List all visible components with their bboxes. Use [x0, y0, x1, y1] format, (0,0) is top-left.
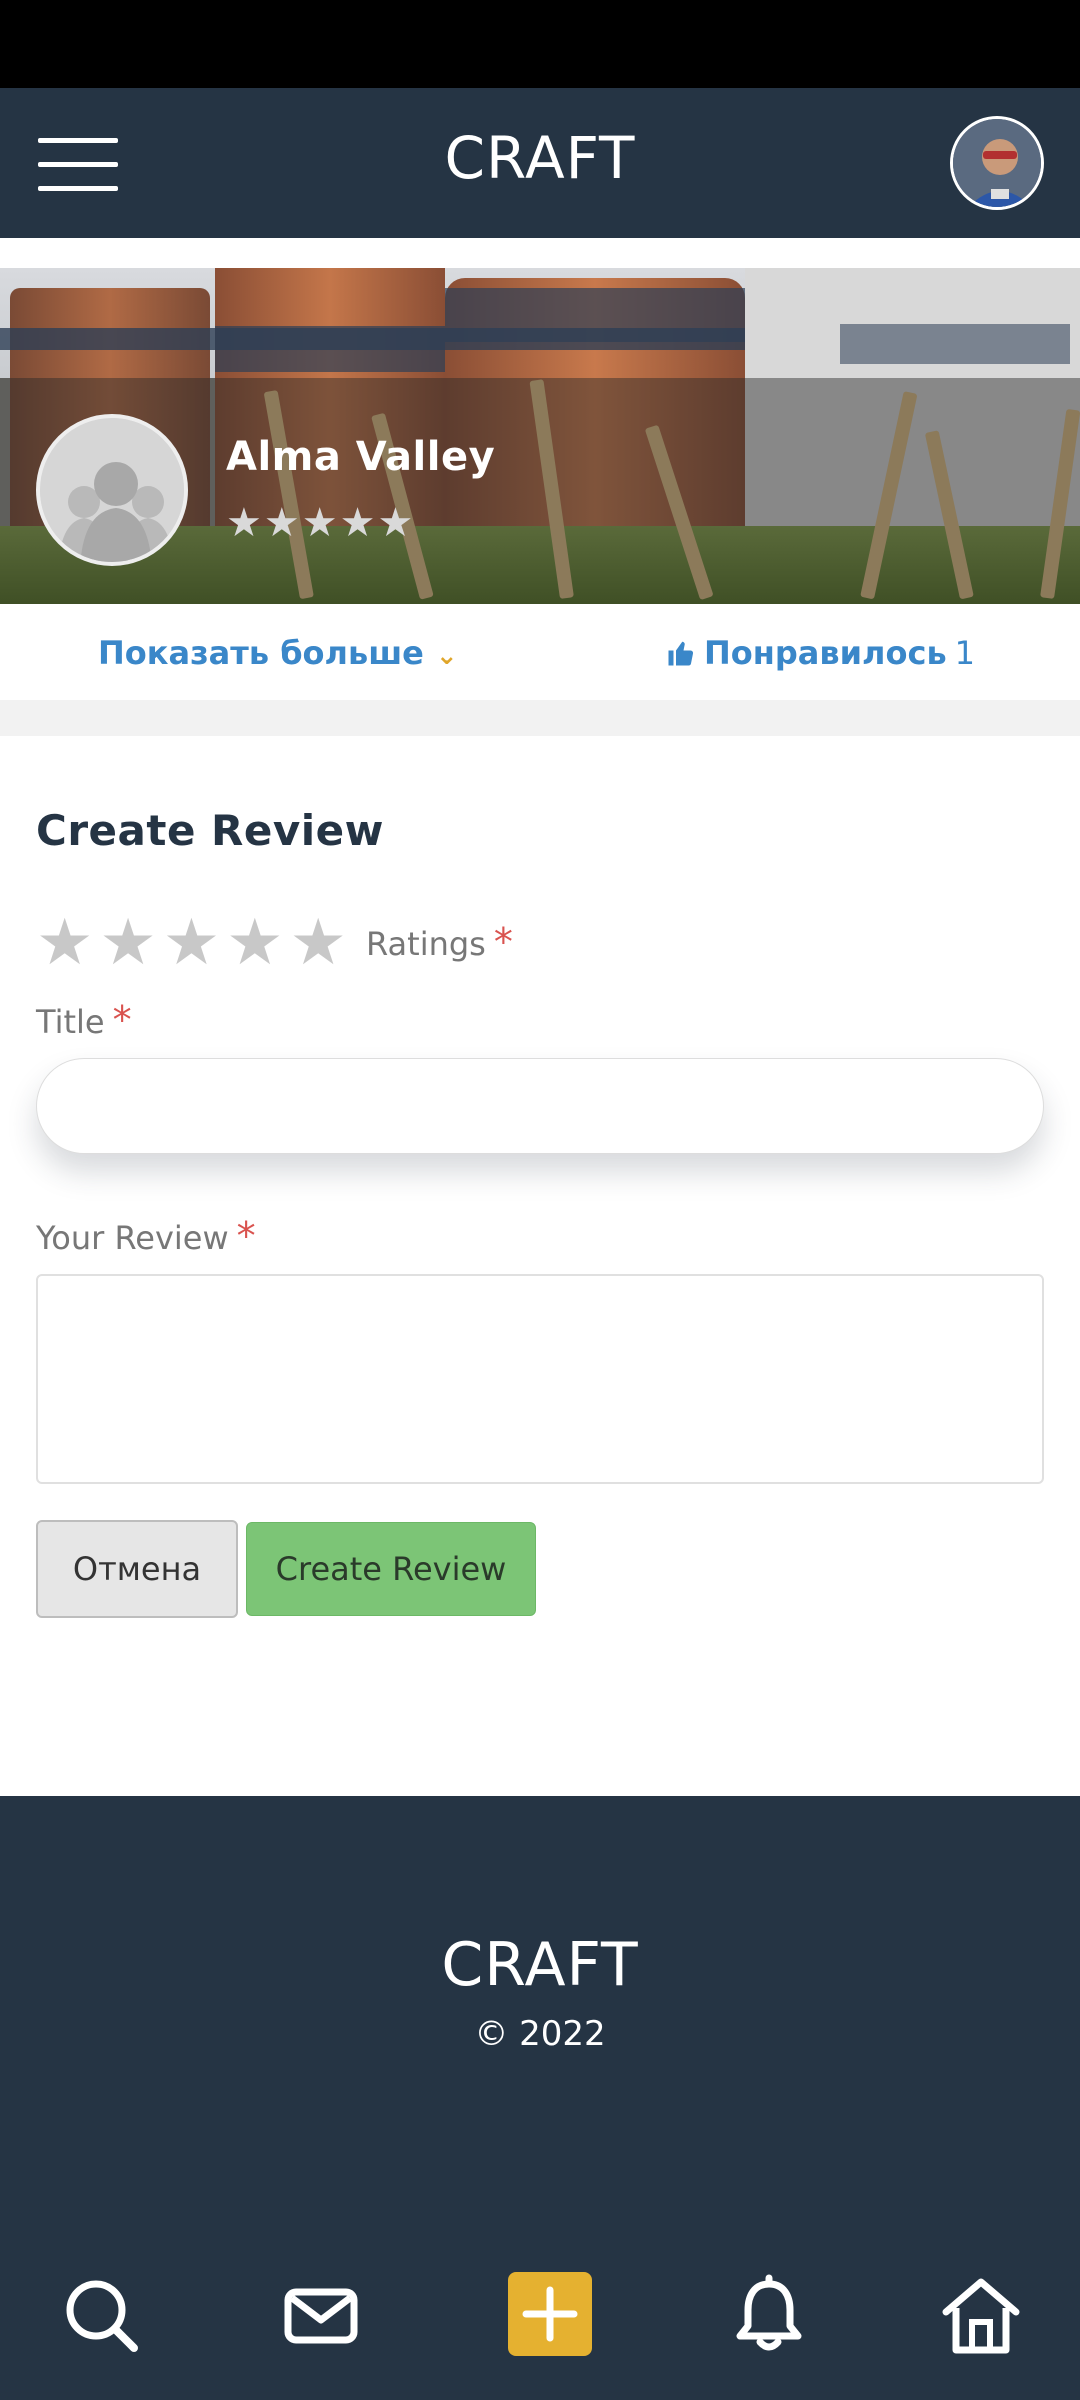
page-avatar[interactable] [36, 414, 188, 566]
rating-star-3[interactable]: ★ [163, 908, 220, 978]
review-textarea[interactable] [36, 1274, 1044, 1484]
app-brand[interactable]: CRAFT [0, 124, 1080, 192]
section-divider [0, 700, 1080, 736]
rating-star-1[interactable]: ★ [36, 908, 93, 978]
show-more-button[interactable]: Показать больше ⌄ [98, 634, 458, 672]
bottom-navigation [0, 2250, 1080, 2400]
chevron-down-icon: ⌄ [435, 641, 458, 671]
home-icon[interactable] [936, 2270, 1026, 2360]
title-input[interactable] [36, 1058, 1044, 1154]
like-button[interactable]: Понравилось 1 [666, 634, 975, 672]
plus-icon[interactable] [508, 2272, 592, 2356]
status-bar [0, 0, 1080, 88]
footer-brand: CRAFT [441, 1930, 639, 2000]
rating-star-2[interactable]: ★ [99, 908, 156, 978]
review-label: Your Review * [36, 1214, 256, 1258]
ratings-label: Ratings * [366, 920, 513, 964]
user-avatar[interactable] [950, 116, 1044, 210]
page-name: Alma Valley [226, 434, 496, 480]
form-heading: Create Review [36, 806, 384, 855]
create-review-button[interactable]: Create Review [246, 1522, 536, 1616]
page-actions-bar: Показать больше ⌄ Понравилось 1 [0, 604, 1080, 700]
rating-star-4[interactable]: ★ [226, 908, 283, 978]
title-label: Title * [36, 998, 132, 1042]
cancel-button[interactable]: Отмена [36, 1520, 238, 1618]
footer-copyright: © 2022 [474, 2014, 606, 2054]
search-icon[interactable] [56, 2270, 146, 2360]
mail-icon[interactable] [276, 2270, 366, 2360]
required-mark: * [493, 920, 513, 964]
thumbs-up-icon [668, 641, 694, 666]
like-count: 1 [954, 634, 976, 672]
rating-star-5[interactable]: ★ [290, 908, 347, 978]
show-more-label: Показать больше [98, 634, 424, 672]
rating-input: ★★★★★ Ratings * [36, 908, 513, 978]
required-mark: * [236, 1214, 256, 1258]
like-label: Понравилось [704, 634, 947, 672]
bell-icon[interactable] [724, 2270, 814, 2360]
page-rating-stars: ★★★★★ [226, 500, 416, 546]
required-mark: * [112, 998, 132, 1042]
top-app-bar: CRAFT [0, 88, 1080, 238]
